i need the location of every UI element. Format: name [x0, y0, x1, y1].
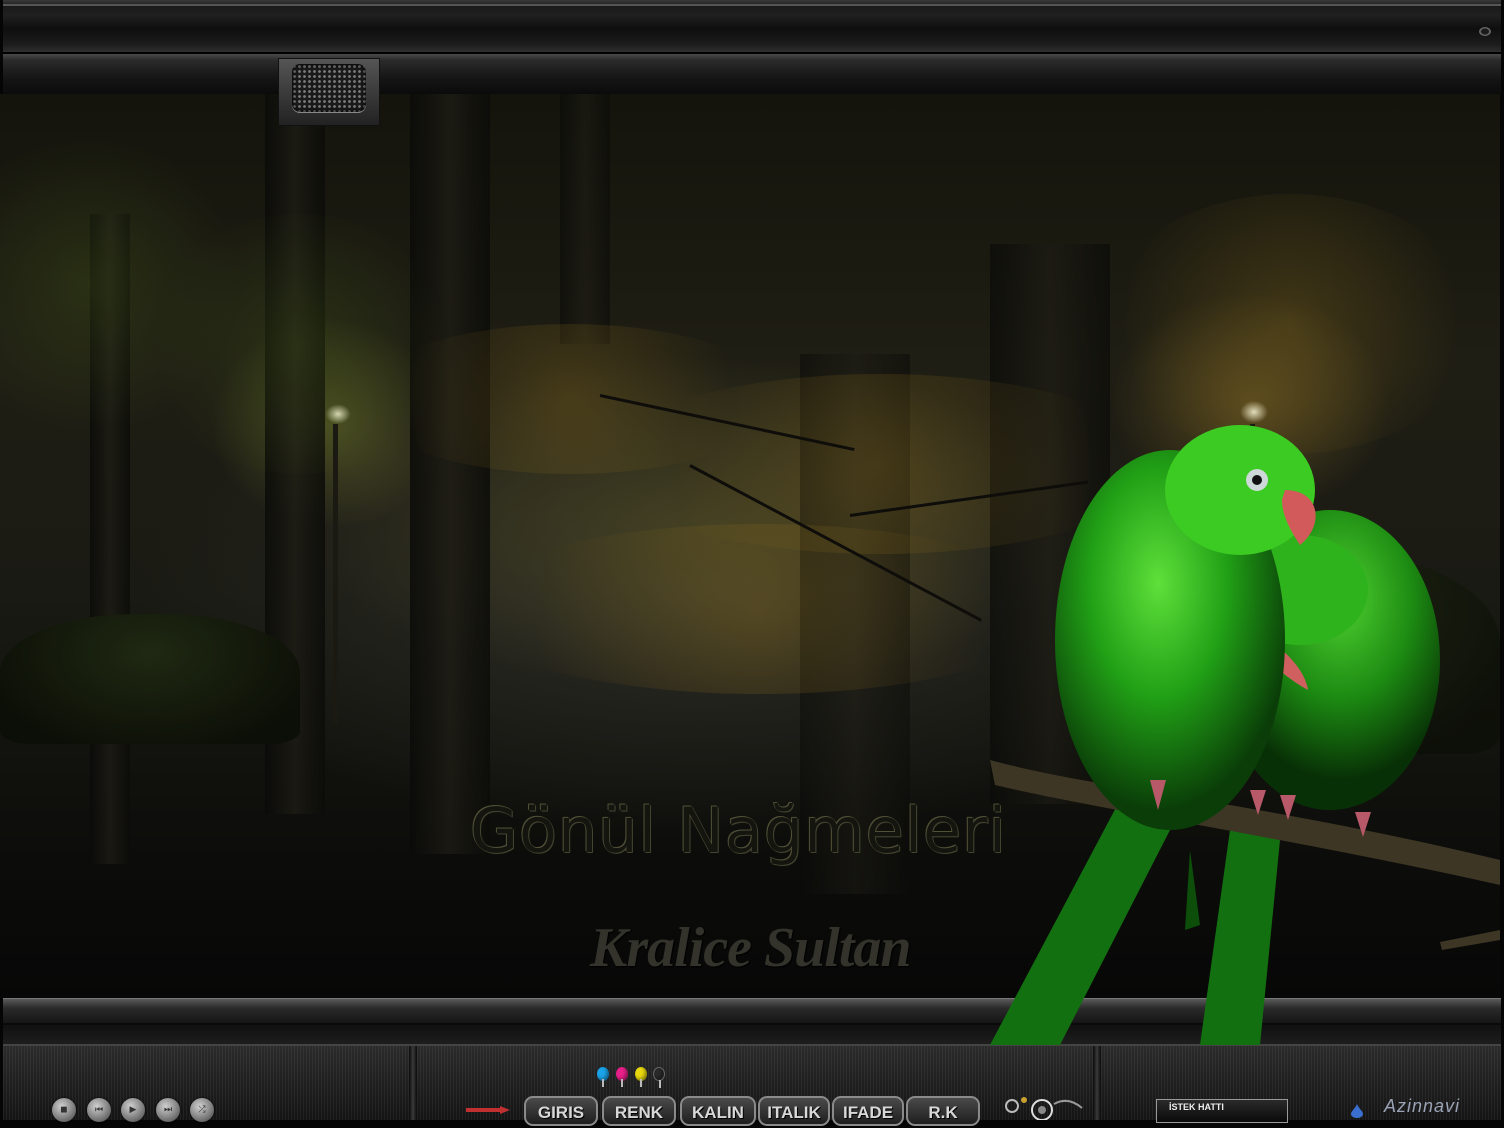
mesh-grip-icon [292, 64, 366, 112]
bottom-bar [3, 998, 1501, 1045]
request-line-button[interactable]: İSTEK HATTI [1156, 1099, 1288, 1123]
color-blue-pin-icon[interactable] [597, 1067, 609, 1087]
scene-title: Gönül Nağmeleri [470, 794, 1007, 867]
stop-icon[interactable]: ◼ [52, 1098, 76, 1122]
foliage [1100, 194, 1480, 454]
color-yellow-pin-icon[interactable] [635, 1067, 647, 1087]
arrow-right-icon [466, 1106, 510, 1114]
strip-separator [409, 1046, 417, 1120]
brand-logo[interactable]: Azinnavi [1384, 1096, 1460, 1117]
street-lamp-post [333, 424, 338, 724]
italic-button[interactable]: ITALIK [758, 1096, 830, 1126]
bottom-bar-groove [3, 1023, 1501, 1025]
background-scene: Gönül Nağmeleri Kralice Sultan [0, 94, 1500, 998]
shuffle-icon[interactable]: ⤮ [190, 1098, 214, 1122]
window-title-bar[interactable] [3, 0, 1501, 54]
tree-trunk [560, 94, 610, 344]
toolbar [3, 54, 1501, 94]
hedge [1150, 554, 1500, 754]
request-line-label: İSTEK HATTI [1169, 1102, 1224, 1112]
color-magenta-pin-icon[interactable] [616, 1067, 628, 1087]
previous-icon[interactable]: ⏮ [87, 1098, 111, 1122]
music-ornament-icon [1005, 1097, 1083, 1120]
hedge [0, 614, 300, 744]
emoticon-button[interactable]: IFADE [832, 1096, 904, 1126]
close-dot-icon[interactable] [1479, 27, 1491, 36]
rk-button[interactable]: R.K [906, 1096, 980, 1126]
bold-button[interactable]: KALIN [680, 1096, 756, 1126]
foliage [460, 524, 1060, 694]
mesh-grip-handle[interactable] [278, 58, 380, 126]
drop-icon [1351, 1104, 1363, 1118]
tree-trunk [410, 94, 490, 854]
play-icon[interactable]: ▶ [121, 1098, 145, 1122]
color-black-pin-icon[interactable] [653, 1067, 665, 1088]
title-bar-edge [3, 4, 1501, 6]
scene-subtitle: Kralice Sultan [590, 917, 912, 979]
color-button[interactable]: RENK [602, 1096, 676, 1126]
enter-button[interactable]: GIRIS [524, 1096, 598, 1126]
strip-separator [1093, 1046, 1101, 1120]
next-icon[interactable]: ⏭ [156, 1098, 180, 1122]
